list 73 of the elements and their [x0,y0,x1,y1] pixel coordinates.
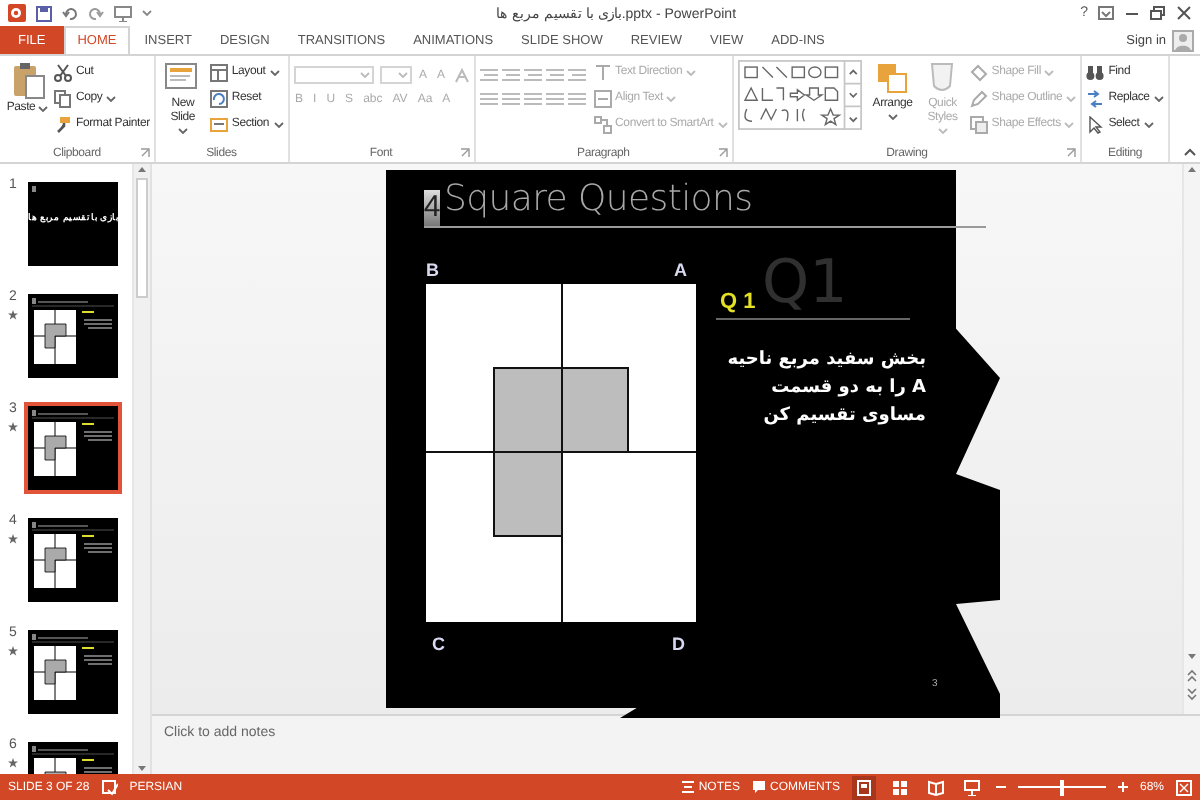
pencil-icon [969,89,988,107]
slide-number-badge: 4 [424,190,440,226]
zoom-slider-thumb[interactable] [1059,779,1064,795]
avatar-icon[interactable] [1172,29,1194,51]
undo-icon[interactable] [62,5,78,21]
caret-icon [142,10,152,16]
caret-icon [359,72,370,78]
zoom-out-icon[interactable] [995,782,1006,792]
align-text-icon [593,89,612,107]
dialog-launcher-icon[interactable] [717,148,728,158]
dialog-launcher-icon[interactable] [459,148,470,158]
fit-slide-icon[interactable] [1176,779,1192,795]
zoom-in-icon[interactable] [1117,782,1128,792]
shapes-gallery[interactable] [737,60,862,130]
cursor-icon [1086,115,1105,133]
maximize-icon[interactable] [1150,6,1166,20]
previous-slide-icon[interactable] [1186,668,1198,682]
redo-icon[interactable] [88,5,104,21]
presentation-icon[interactable] [114,5,132,21]
view-button[interactable] [923,775,948,799]
paintbrush-icon [54,115,72,133]
scrollbar[interactable] [132,164,150,774]
scroll-thumb[interactable] [136,178,148,298]
zoom-slider[interactable] [1017,779,1106,795]
next-slide-icon[interactable] [1186,688,1198,702]
dialog-launcher-icon[interactable] [1066,148,1077,158]
corner-label: D [672,634,685,654]
reset-icon [209,89,228,107]
layout-icon [209,63,228,81]
save-icon[interactable] [36,5,52,21]
slide-preview-drawing [28,294,118,378]
slide-thumbnail[interactable] [24,626,122,718]
slide-thumbnail[interactable] [24,402,122,494]
shape-effects-icon [969,115,988,133]
comment-icon [751,780,766,794]
slide-thumbnail[interactable] [24,514,122,606]
ribbon-display-icon[interactable] [1098,6,1114,20]
text-direction-icon [593,63,612,81]
corner-label: B [426,260,439,280]
dialog-launcher-icon[interactable] [139,148,150,158]
slide-preview-drawing [28,630,118,714]
scroll-down-icon[interactable] [1186,652,1198,662]
slide-preview-drawing [28,518,118,602]
corner-label: C [432,634,445,654]
scissors-icon [54,63,72,81]
proofing-icon[interactable] [101,779,118,795]
slideshow-icon [963,779,980,795]
reading-view-icon [927,779,944,795]
notes-icon [682,780,695,794]
scrollbar[interactable] [1182,164,1200,714]
slide-preview-drawing [28,406,118,490]
replace-icon [1086,89,1105,107]
binoculars-icon [1086,63,1105,81]
copy-icon [54,89,72,107]
powerpoint-logo-icon[interactable] [8,4,26,22]
normal-view-icon [855,779,872,795]
question-label: Q 1 [720,290,756,314]
slide-title: Square Questions [444,180,753,220]
view-button[interactable] [959,775,984,799]
section-icon [209,115,228,133]
view-button[interactable] [851,775,876,799]
collapse-ribbon-icon[interactable] [1184,148,1196,156]
slide-preview-drawing [28,182,118,266]
corner-label: A [674,260,687,280]
slide-sorter-icon [891,779,908,795]
view-button[interactable] [887,775,912,799]
smartart-icon [593,115,612,133]
close-icon[interactable] [1176,6,1192,20]
paint-bucket-icon [969,63,988,81]
paste-icon [9,60,45,100]
slide-thumbnail[interactable] [24,290,122,382]
arrange-icon [874,60,911,96]
caret-icon [397,72,408,78]
